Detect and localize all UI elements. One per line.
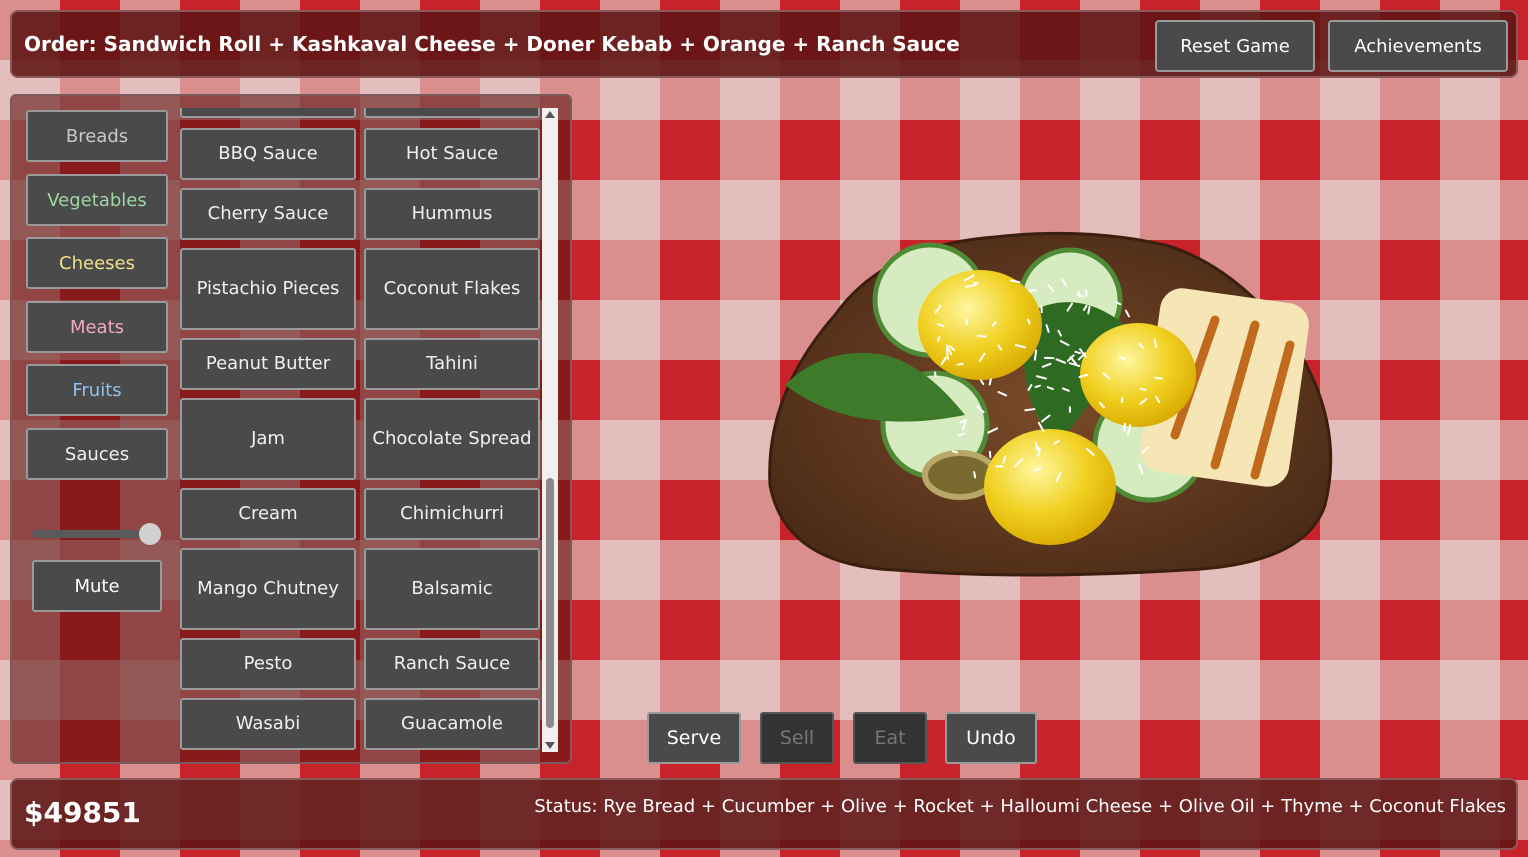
achievements-button[interactable]: Achievements [1328,20,1508,72]
ingredient-button-pesto[interactable]: Pesto [180,638,356,690]
ingredient-scrollbar[interactable] [542,108,558,752]
reset-game-button[interactable]: Reset Game [1155,20,1315,72]
scroll-up-icon[interactable] [545,111,555,118]
eat-button[interactable]: Eat [853,712,927,764]
status-bar: $49851 Status: Rye Bread + Cucumber + Ol… [10,778,1518,850]
ingredient-button-cream[interactable]: Cream [180,488,356,540]
ingredient-label: Pistachio Pieces [196,278,340,299]
ingredient-label: Jam [251,428,285,449]
category-vegetables-button[interactable]: Vegetables [26,174,168,226]
ingredient-button-hot-sauce[interactable]: Hot Sauce [364,128,540,180]
olive-oil-drop [1080,323,1196,427]
ingredient-button-balsamic[interactable]: Balsamic [364,548,540,630]
ingredient-list: BBQ Sauce Hot Sauce Cherry Sauce Hummus Pist… [180,108,546,754]
ingredient-button-partial[interactable] [180,108,356,118]
ingredient-button-cherry-sauce[interactable]: Cherry Sauce [180,188,356,240]
ingredient-button-coconut-flakes[interactable]: Coconut Flakes [364,248,540,330]
olive-oil-drop [984,429,1116,545]
ingredient-label: Hot Sauce [405,143,499,164]
scrollbar-thumb[interactable] [546,478,554,728]
ingredient-label: Peanut Butter [205,353,331,374]
sandwich-plate [768,231,1333,577]
ingredient-button-chocolate-spread[interactable]: Chocolate Spread [364,398,540,480]
ingredient-button-chimichurri[interactable]: Chimichurri [364,488,540,540]
category-cheeses-button[interactable]: Cheeses [26,237,168,289]
category-sauces-button[interactable]: Sauces [26,428,168,480]
category-fruits-button[interactable]: Fruits [26,364,168,416]
sell-button[interactable]: Sell [760,712,834,764]
ingredient-label: Cherry Sauce [207,203,329,224]
ingredient-button-wasabi[interactable]: Wasabi [180,698,356,750]
ingredient-label: Ranch Sauce [393,653,511,674]
ingredient-button-ranch-sauce[interactable]: Ranch Sauce [364,638,540,690]
ingredient-label: BBQ Sauce [218,143,318,164]
sandwich-status: Status: Rye Bread + Cucumber + Olive + R… [534,796,1506,817]
mute-button[interactable]: Mute [32,560,162,612]
ingredient-label: Chocolate Spread [372,428,532,449]
order-bar: Order: Sandwich Roll + Kashkaval Cheese … [10,10,1518,78]
ingredient-button-mango-chutney[interactable]: Mango Chutney [180,548,356,630]
order-text: Order: Sandwich Roll + Kashkaval Cheese … [24,32,960,56]
ingredient-panel: Breads Vegetables Cheeses Meats Fruits S… [10,94,572,764]
olive-oil-drop [918,270,1042,380]
ingredient-label: Mango Chutney [197,578,339,599]
ingredient-button-guacamole[interactable]: Guacamole [364,698,540,750]
ingredient-button-pistachio-pieces[interactable]: Pistachio Pieces [180,248,356,330]
category-meats-button[interactable]: Meats [26,301,168,353]
volume-slider-handle[interactable] [139,523,161,545]
ingredient-label: Cream [238,503,298,524]
ingredient-label: Chimichurri [400,503,504,524]
ingredient-button-jam[interactable]: Jam [180,398,356,480]
ingredient-button-partial[interactable] [364,108,540,118]
scroll-down-icon[interactable] [545,742,555,749]
ingredient-button-peanut-butter[interactable]: Peanut Butter [180,338,356,390]
serve-button[interactable]: Serve [647,712,741,764]
ingredient-label: Hummus [411,203,493,224]
ingredient-button-hummus[interactable]: Hummus [364,188,540,240]
money-display: $49851 [24,796,141,829]
ingredient-label: Wasabi [235,713,301,734]
category-breads-button[interactable]: Breads [26,110,168,162]
undo-button[interactable]: Undo [945,712,1037,764]
ingredient-button-bbq-sauce[interactable]: BBQ Sauce [180,128,356,180]
ingredient-label: Tahini [426,353,478,374]
ingredient-label: Coconut Flakes [383,278,521,299]
ingredient-label: Pesto [243,653,293,674]
ingredient-label: Balsamic [411,578,493,599]
ingredient-label: Guacamole [401,713,503,734]
ingredient-button-tahini[interactable]: Tahini [364,338,540,390]
